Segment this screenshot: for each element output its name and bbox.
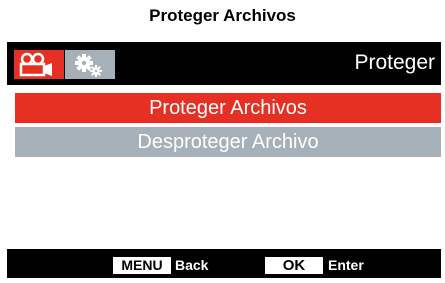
video-camera-icon xyxy=(19,52,52,77)
tab-video[interactable] xyxy=(14,50,64,79)
back-label: Back xyxy=(175,257,209,273)
menu-list: Proteger Archivos Desproteger Archivo xyxy=(7,85,441,249)
header-bar: Proteger xyxy=(7,42,441,85)
menu-item-desproteger-archivo[interactable]: Desproteger Archivo xyxy=(15,127,441,157)
header-title: Proteger xyxy=(354,51,435,74)
page-title: Proteger Archivos xyxy=(149,6,296,25)
tab-settings[interactable] xyxy=(65,50,115,79)
device-screen: Proteger Proteger Archivos Desproteger A… xyxy=(7,42,441,278)
ok-key[interactable]: OK xyxy=(265,257,323,274)
menu-key[interactable]: MENU xyxy=(113,257,171,274)
settings-gears-icon xyxy=(75,54,102,77)
menu-item-proteger-archivos[interactable]: Proteger Archivos xyxy=(15,93,441,123)
enter-label: Enter xyxy=(328,257,364,273)
footer-bar: MENU Back OK Enter xyxy=(7,249,441,278)
